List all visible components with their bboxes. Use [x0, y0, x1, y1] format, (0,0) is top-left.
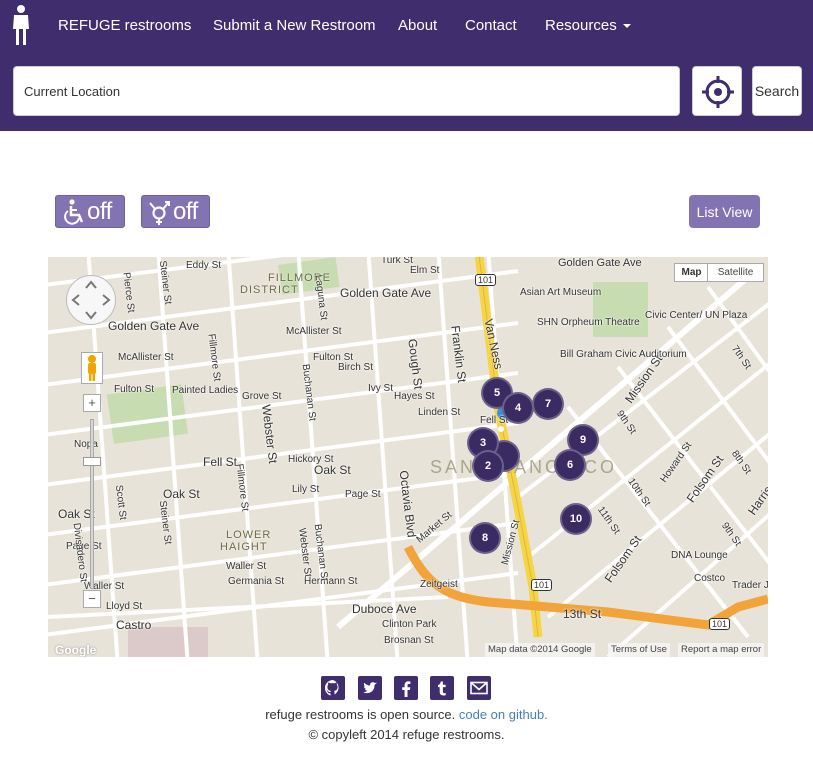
street-label: Fulton St: [114, 384, 155, 395]
street-label: Germania St: [228, 576, 285, 587]
accessible-filter-toggle[interactable]: off: [55, 195, 125, 228]
street-label: Turk St: [381, 257, 413, 266]
zoom-slider-track[interactable]: [90, 419, 94, 589]
place-label: Costco: [694, 573, 726, 584]
place-label: SHN Orpheum Theatre: [537, 317, 640, 328]
nav-resources-label: Resources: [545, 17, 617, 34]
street-label: Ivy St: [368, 383, 394, 394]
place-label: Bill Graham Civic Auditorium: [560, 349, 687, 360]
restroom-cluster-marker[interactable]: 7: [532, 388, 564, 420]
street-label: Eddy St: [186, 260, 222, 271]
place-label: Civic Center/ UN Plaza: [645, 310, 748, 321]
footer-text: refuge restrooms is open source.: [265, 707, 456, 722]
place-label: Zeitgeist: [420, 579, 458, 590]
nav-about[interactable]: About: [398, 17, 437, 35]
map-data-attribution: Map data ©2014 Google: [485, 643, 595, 657]
highway-shield: 101: [709, 618, 731, 630]
tumblr-link[interactable]: [430, 676, 454, 700]
street-label: Lloyd St: [106, 601, 143, 612]
district-label: DISTRICT: [240, 284, 299, 296]
street-label: Duboce Ave: [352, 602, 417, 616]
street-label: Oak St: [163, 487, 200, 501]
street-label: Page St: [345, 489, 381, 500]
map-pan-control[interactable]: [66, 275, 116, 325]
terms-of-use-link[interactable]: Terms of Use: [608, 643, 670, 657]
street-label: Lily St: [292, 484, 320, 495]
google-logo[interactable]: Google: [52, 643, 99, 657]
district-label: HAIGHT: [220, 541, 268, 553]
street-label: Clinton Park: [382, 619, 437, 630]
district-label: LOWER: [226, 529, 272, 541]
place-label: DNA Lounge: [671, 550, 728, 561]
nav-resources-dropdown[interactable]: Resources: [545, 17, 631, 35]
city-label: SAN FRANCISCO: [430, 457, 618, 477]
map[interactable]: FILLMORE DISTRICT LOWER HAIGHT SAN FRANC…: [48, 257, 768, 657]
footer-open-source: refuge restrooms is open source. code on…: [0, 707, 813, 722]
pan-arrows-icon: [71, 280, 111, 320]
footer-copyleft: © copyleft 2014 refuge restrooms.: [308, 727, 505, 742]
street-label: Grove St: [242, 391, 282, 402]
street-label: Hayes St: [394, 391, 435, 402]
street-label: McAllister St: [286, 326, 342, 337]
street-label: Birch St: [338, 362, 374, 373]
street-label: McAllister St: [118, 352, 174, 363]
restroom-cluster-marker[interactable]: 4: [502, 392, 534, 424]
street-label: Linden St: [418, 407, 461, 418]
place-label: Painted Ladies: [172, 385, 239, 396]
street-label: 13th St: [563, 607, 602, 621]
twitter-icon: [363, 682, 377, 694]
crosshair-icon: [702, 76, 734, 108]
person-icon[interactable]: [10, 4, 32, 46]
restroom-cluster-marker[interactable]: 2: [472, 450, 504, 482]
facebook-icon: [402, 681, 411, 697]
restroom-cluster-marker[interactable]: 10: [560, 503, 592, 535]
nav-brand[interactable]: REFUGE restrooms: [58, 17, 191, 35]
street-label: Golden Gate Ave: [558, 257, 642, 269]
place-label: Trader J: [732, 580, 768, 591]
place-label: Asian Art Museum: [520, 287, 602, 298]
zoom-out-button[interactable]: −: [83, 590, 101, 608]
caret-down-icon: [622, 24, 631, 29]
street-label: Fell St: [203, 455, 238, 469]
search-button[interactable]: Search: [752, 66, 802, 116]
street-label: Hermann St: [304, 576, 358, 587]
street-label: Waller St: [226, 561, 267, 572]
mail-icon: [470, 681, 488, 695]
locate-button[interactable]: [692, 66, 742, 116]
place-label: Castro: [116, 618, 152, 632]
highway-shield: 101: [475, 274, 497, 286]
accessible-filter-state: off: [87, 197, 112, 225]
street-label: Golden Gate Ave: [108, 319, 200, 333]
street-label: Oak St: [314, 463, 351, 477]
restroom-cluster-marker[interactable]: 6: [554, 449, 586, 481]
map-type-map-button[interactable]: Map: [674, 263, 709, 282]
zoom-slider-handle[interactable]: [83, 457, 101, 466]
github-code-link[interactable]: code on github.: [459, 707, 548, 722]
github-link[interactable]: [321, 676, 345, 700]
report-map-error-link[interactable]: Report a map error: [678, 643, 765, 657]
unisex-filter-state: off: [173, 197, 198, 225]
list-view-button[interactable]: List View: [689, 195, 760, 228]
highway-shield: 101: [531, 579, 553, 591]
email-link[interactable]: [467, 676, 491, 700]
tumblr-icon: [438, 681, 446, 696]
facebook-link[interactable]: [394, 676, 418, 700]
nav-submit[interactable]: Submit a New Restroom: [213, 17, 376, 35]
map-type-satellite-button[interactable]: Satellite: [707, 263, 764, 282]
top-navbar: REFUGE restrooms Submit a New Restroom A…: [0, 0, 813, 131]
restroom-cluster-marker[interactable]: 8: [469, 522, 501, 554]
zoom-in-button[interactable]: +: [83, 394, 101, 412]
pegman-icon[interactable]: [81, 352, 103, 384]
search-input[interactable]: [13, 66, 680, 116]
street-label: Golden Gate Ave: [340, 286, 432, 300]
wheelchair-icon: [64, 198, 84, 225]
twitter-link[interactable]: [358, 676, 382, 700]
place-label: Nopa: [74, 439, 98, 450]
street-label: Brosnan St: [384, 635, 434, 646]
unisex-filter-toggle[interactable]: off: [141, 195, 210, 228]
street-label: Elm St: [410, 265, 440, 276]
transgender-icon: [149, 200, 170, 225]
nav-contact[interactable]: Contact: [465, 17, 517, 35]
github-icon: [324, 680, 339, 696]
